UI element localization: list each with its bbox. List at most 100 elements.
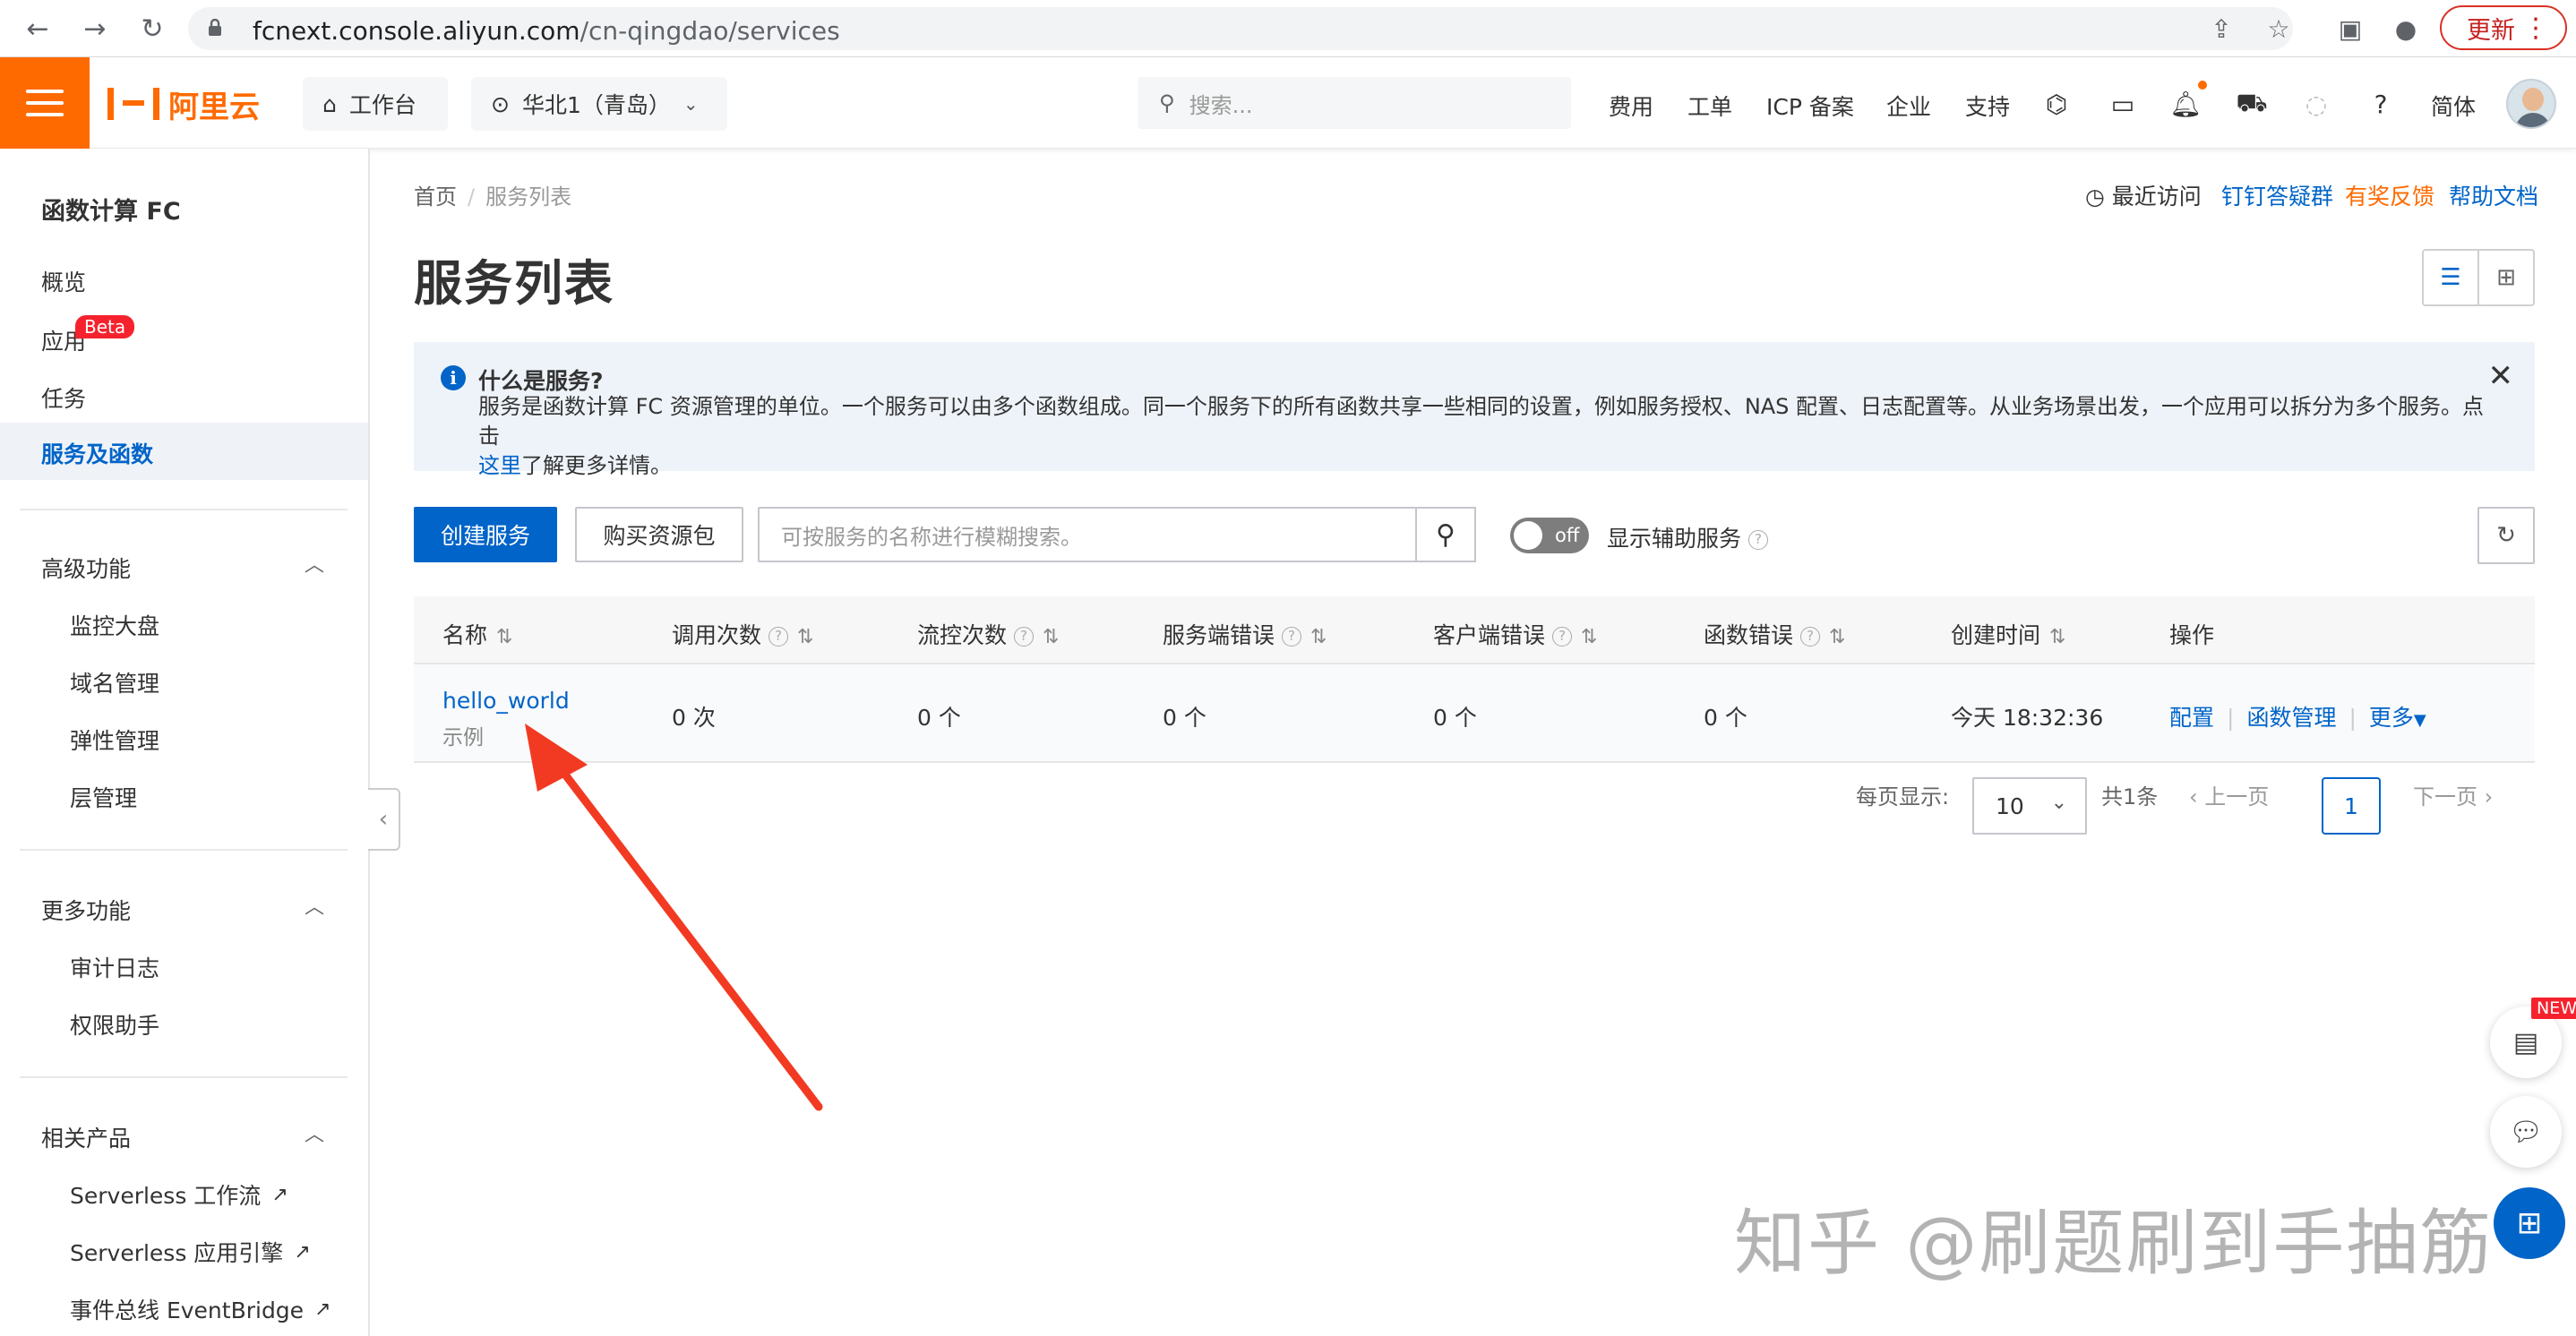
view-toggle: ☰ ⊞ (2422, 249, 2535, 306)
nav-icp[interactable]: ICP 备案 (1766, 90, 1854, 122)
col-server-errors[interactable]: 服务端错误? ⇅ (1163, 618, 1327, 650)
sidebar-item-overview[interactable]: 概览 (41, 265, 86, 297)
config-link[interactable]: 配置 (2169, 705, 2214, 731)
recent-visits-link[interactable]: ◷ 最近访问 (2085, 179, 2202, 211)
profile-icon[interactable]: ● (2388, 11, 2424, 47)
back-icon[interactable]: ← (18, 9, 57, 48)
page-number-current[interactable]: 1 (2322, 777, 2381, 835)
function-manage-link[interactable]: 函数管理 (2246, 705, 2336, 731)
sidebar-item-serverless-workflow[interactable]: Serverless 工作流 ↗ (70, 1178, 288, 1211)
menu-icon[interactable] (0, 57, 90, 149)
sidebar-item-layers[interactable]: 层管理 (70, 781, 137, 813)
notification-bell-icon[interactable]: 🔔︎ (2168, 86, 2203, 122)
sort-icon: ⇅ (1829, 626, 1846, 648)
sidebar-title: 函数计算 FC (41, 198, 181, 226)
buy-package-button[interactable]: 购买资源包 (575, 507, 743, 562)
per-page-label: 每页显示: (1856, 784, 1950, 809)
region-selector[interactable]: ⊙ 华北1（青岛） ⌄ (471, 77, 727, 131)
chevron-down-icon: ⌄ (683, 93, 699, 115)
dingtalk-link[interactable]: 钉钉答疑群 (2221, 179, 2333, 211)
link-label: Serverless 工作流 (70, 1183, 262, 1209)
chevron-up-icon[interactable]: ︿ (303, 894, 326, 919)
notification-dot (2198, 81, 2207, 90)
sidebar-item-elastic[interactable]: 弹性管理 (70, 724, 159, 756)
sort-icon: ⇅ (1581, 626, 1598, 648)
nav-support[interactable]: 支持 (1965, 90, 2010, 122)
sidebar-item-services-label: 服务及函数 (41, 441, 154, 467)
external-link-icon: ↗ (271, 1183, 288, 1206)
close-icon[interactable]: ✕ (2488, 358, 2514, 394)
terminal-icon[interactable]: ▭ (2105, 86, 2141, 122)
avatar[interactable] (2506, 79, 2556, 129)
address-bar[interactable]: fcnext.console.aliyun.com/cn-qingdao/ser… (188, 7, 2293, 50)
refresh-icon[interactable]: ↻ (2477, 507, 2535, 564)
forward-icon[interactable]: → (75, 9, 115, 48)
nav-enterprise[interactable]: 企业 (1886, 90, 1931, 122)
nav-tickets[interactable]: 工单 (1687, 90, 1732, 122)
aliyun-logo[interactable]: 阿里云 (107, 84, 260, 125)
list-view-icon[interactable]: ☰ (2424, 251, 2479, 304)
bookmark-star-icon[interactable]: ☆ (2261, 11, 2297, 47)
aux-service-toggle[interactable]: off (1510, 518, 1589, 553)
chat-icon[interactable]: 💬︎ (2490, 1096, 2562, 1168)
col-throttles[interactable]: 流控次数? ⇅ (917, 618, 1059, 650)
nav-fees[interactable]: 费用 (1609, 90, 1653, 122)
sidebar-item-permission[interactable]: 权限助手 (70, 1008, 159, 1041)
col-name[interactable]: 名称 ⇅ (442, 618, 512, 650)
side-panel-icon[interactable]: ▣ (2332, 11, 2368, 47)
col-calls[interactable]: 调用次数? ⇅ (672, 618, 813, 650)
url-text: fcnext.console.aliyun.com/cn-qingdao/ser… (253, 16, 840, 46)
col-function-errors[interactable]: 函数错误? ⇅ (1704, 618, 1845, 650)
sidebar-item-tasks[interactable]: 任务 (41, 381, 86, 414)
more-link[interactable]: 更多▼ (2369, 705, 2426, 731)
service-search-input[interactable]: 可按服务的名称进行模糊搜索。 (758, 507, 1417, 562)
console-search-input[interactable]: ⚲ 搜索... (1138, 77, 1571, 129)
chevron-up-icon[interactable]: ︿ (303, 1121, 326, 1146)
help-icon: ? (1552, 627, 1573, 647)
help-icon[interactable]: ? (1748, 530, 1769, 550)
apps-grid-icon[interactable]: ⊞ (2494, 1187, 2565, 1259)
aliyun-logo-mark (107, 88, 159, 120)
help-icon: ? (1800, 627, 1821, 647)
next-page-button[interactable]: 下一页 › (2413, 779, 2493, 810)
toggle-knob (1514, 521, 1542, 550)
sidebar: 函数计算 FC 概览 应用 Beta 任务 服务及函数 高级功能 ︿ 监控大盘 … (0, 149, 370, 1336)
share-icon[interactable]: ⇪ (2203, 11, 2239, 47)
grid-view-icon[interactable]: ⊞ (2479, 251, 2533, 304)
workbench-button[interactable]: ⌂ 工作台 (303, 77, 448, 131)
feedback-link[interactable]: 有奖反馈 (2345, 179, 2434, 211)
chevron-up-icon[interactable]: ︿ (303, 552, 326, 577)
col-client-errors[interactable]: 客户端错误? ⇅ (1433, 618, 1597, 650)
docs-link[interactable]: 帮助文档 (2449, 179, 2538, 211)
group-advanced[interactable]: 高级功能 (41, 552, 131, 584)
breadcrumb-home[interactable]: 首页 (414, 184, 457, 210)
sidebar-item-audit[interactable]: 审计日志 (70, 951, 159, 983)
language-switch[interactable]: 简体 (2431, 90, 2476, 122)
aux-service-label: 显示辅助服务? (1607, 521, 1769, 553)
notice-link[interactable]: 这里 (478, 453, 521, 478)
lightbulb-icon[interactable]: ◌ (2298, 86, 2334, 122)
group-related[interactable]: 相关产品 (41, 1121, 131, 1153)
sidebar-item-eventbridge[interactable]: 事件总线 EventBridge ↗ (70, 1293, 331, 1325)
col-created[interactable]: 创建时间 ⇅ (1951, 618, 2065, 650)
search-button[interactable]: ⚲ (1415, 507, 1476, 562)
reload-icon[interactable]: ↻ (133, 9, 172, 48)
sidebar-item-services[interactable]: 服务及函数 (0, 423, 368, 480)
browser-update-button[interactable]: 更新 ⋮ (2440, 5, 2567, 50)
group-more[interactable]: 更多功能 (41, 894, 131, 926)
chevron-right-icon: › (2484, 784, 2494, 809)
per-page-select[interactable]: 10 ⌄ (1972, 777, 2087, 835)
sidebar-item-monitor[interactable]: 监控大盘 (70, 609, 159, 641)
cart-icon[interactable]: ⛟ (2234, 86, 2270, 122)
help-circle-icon[interactable]: ? (2363, 86, 2399, 122)
sidebar-item-domain[interactable]: 域名管理 (70, 666, 159, 698)
sidebar-item-sae[interactable]: Serverless 应用引擎 ↗ (70, 1236, 311, 1268)
service-name-link[interactable]: hello_world (442, 688, 570, 714)
sort-icon: ⇅ (496, 626, 513, 648)
sort-icon: ⇅ (1043, 626, 1060, 648)
sidebar-collapse-chevron-icon[interactable]: ‹ (368, 788, 400, 851)
link-label: Serverless 应用引擎 (70, 1240, 284, 1266)
api-icon[interactable]: ⌬ (2039, 86, 2074, 122)
create-service-button[interactable]: 创建服务 (414, 507, 557, 562)
prev-page-button[interactable]: ‹ 上一页 (2189, 779, 2269, 810)
